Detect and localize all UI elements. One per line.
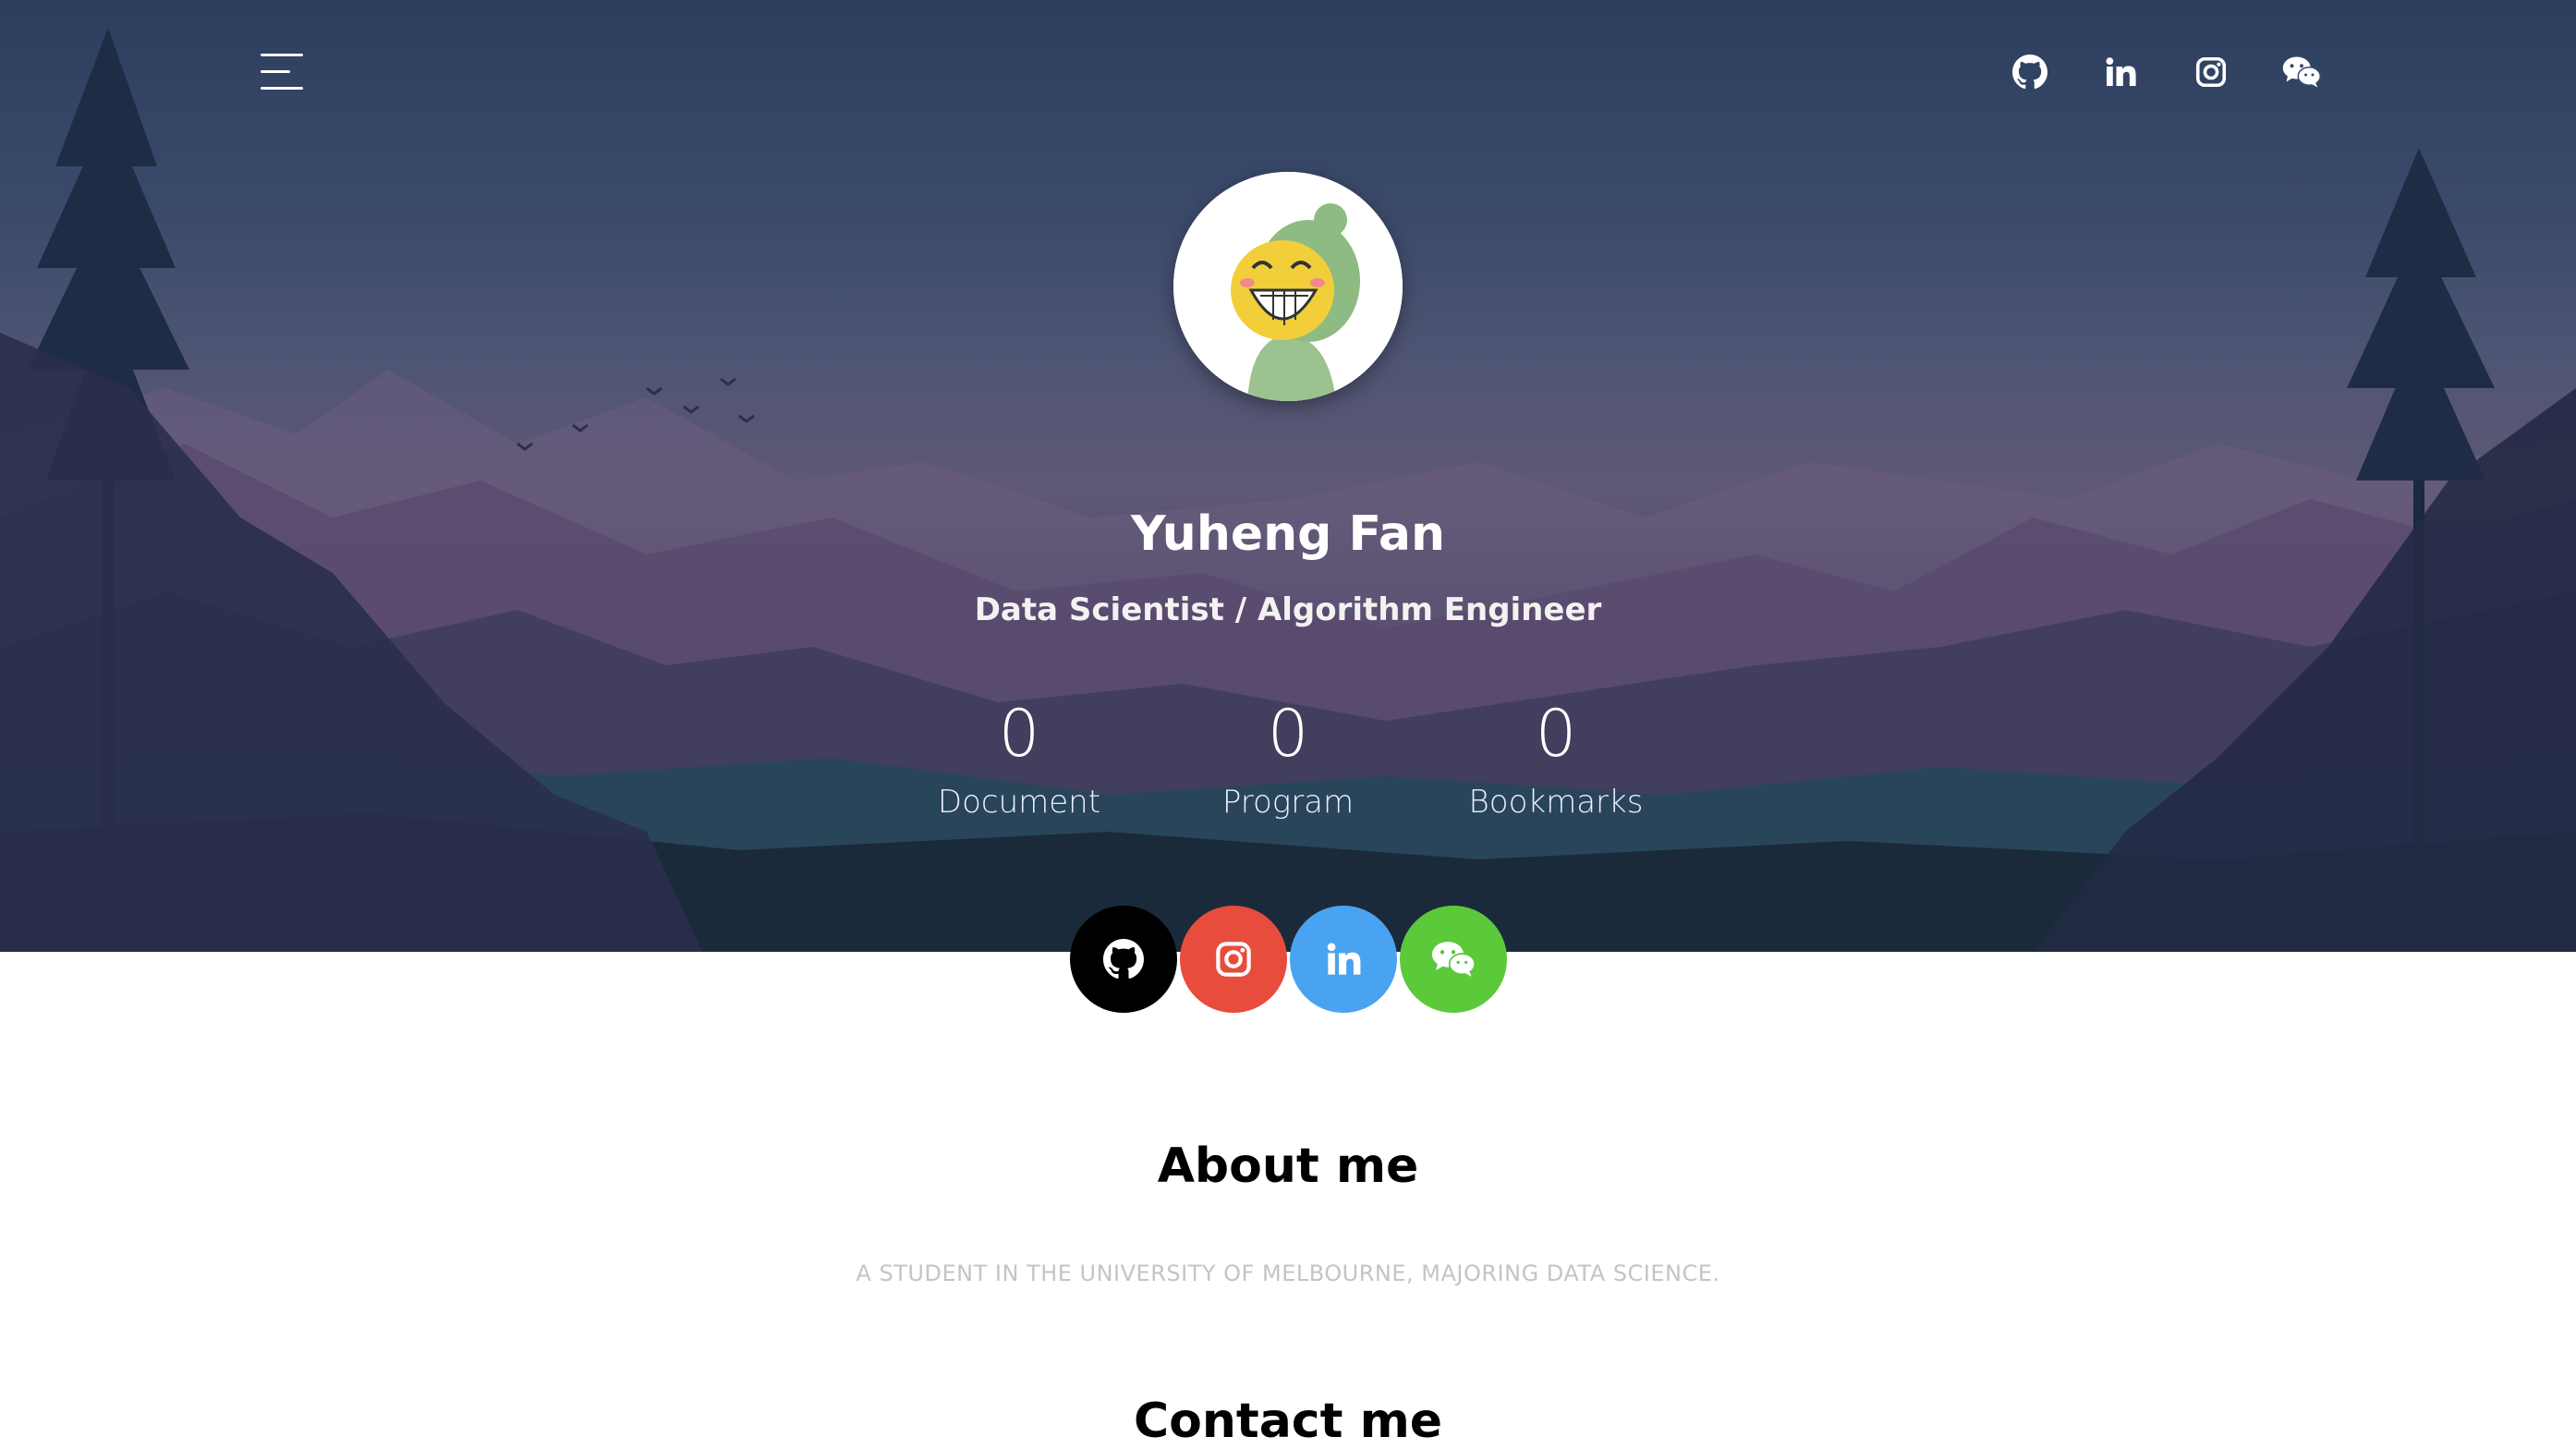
instagram-icon[interactable]: [2166, 52, 2256, 92]
about-description: A STUDENT IN THE UNIVERSITY OF MELBOURNE…: [856, 1260, 1720, 1286]
stat-label: Document: [937, 784, 1101, 821]
wechat-icon: [1431, 942, 1476, 977]
stat-label: Program: [1221, 784, 1355, 821]
stat-program[interactable]: 0 Program: [1149, 695, 1427, 821]
stat-label: Bookmarks: [1468, 784, 1644, 821]
github-icon[interactable]: [1985, 52, 2075, 92]
stat-value: 0: [1267, 696, 1309, 772]
linkedin-icon: [1327, 943, 1361, 975]
instagram-button[interactable]: [1180, 906, 1287, 1013]
linkedin-button[interactable]: [1290, 906, 1397, 1013]
avatar: [1173, 172, 1403, 401]
about-heading: About me: [1157, 1138, 1419, 1194]
profile-title: Data Scientist / Algorithm Engineer: [974, 591, 1602, 628]
wechat-icon[interactable]: [2256, 52, 2347, 92]
linkedin-icon[interactable]: [2075, 52, 2166, 92]
profile-name: Yuheng Fan: [1130, 506, 1446, 562]
wechat-button[interactable]: [1400, 906, 1507, 1013]
avatar-cartoon-image: [1173, 172, 1403, 401]
social-buttons: [1070, 906, 1510, 1013]
instagram-icon: [1216, 942, 1251, 977]
stat-value: 0: [1535, 696, 1577, 772]
stat-value: 0: [998, 696, 1040, 772]
github-button[interactable]: [1070, 906, 1177, 1013]
hero-banner: Yuheng Fan Data Scientist / Algorithm En…: [0, 0, 2576, 952]
top-social-nav: [1985, 52, 2347, 92]
github-icon: [1103, 939, 1144, 979]
stat-bookmarks[interactable]: 0 Bookmarks: [1417, 695, 1695, 821]
menu-toggle-button[interactable]: [261, 54, 303, 90]
stat-document[interactable]: 0 Document: [881, 695, 1158, 821]
contact-heading: Contact me: [1133, 1394, 1443, 1449]
